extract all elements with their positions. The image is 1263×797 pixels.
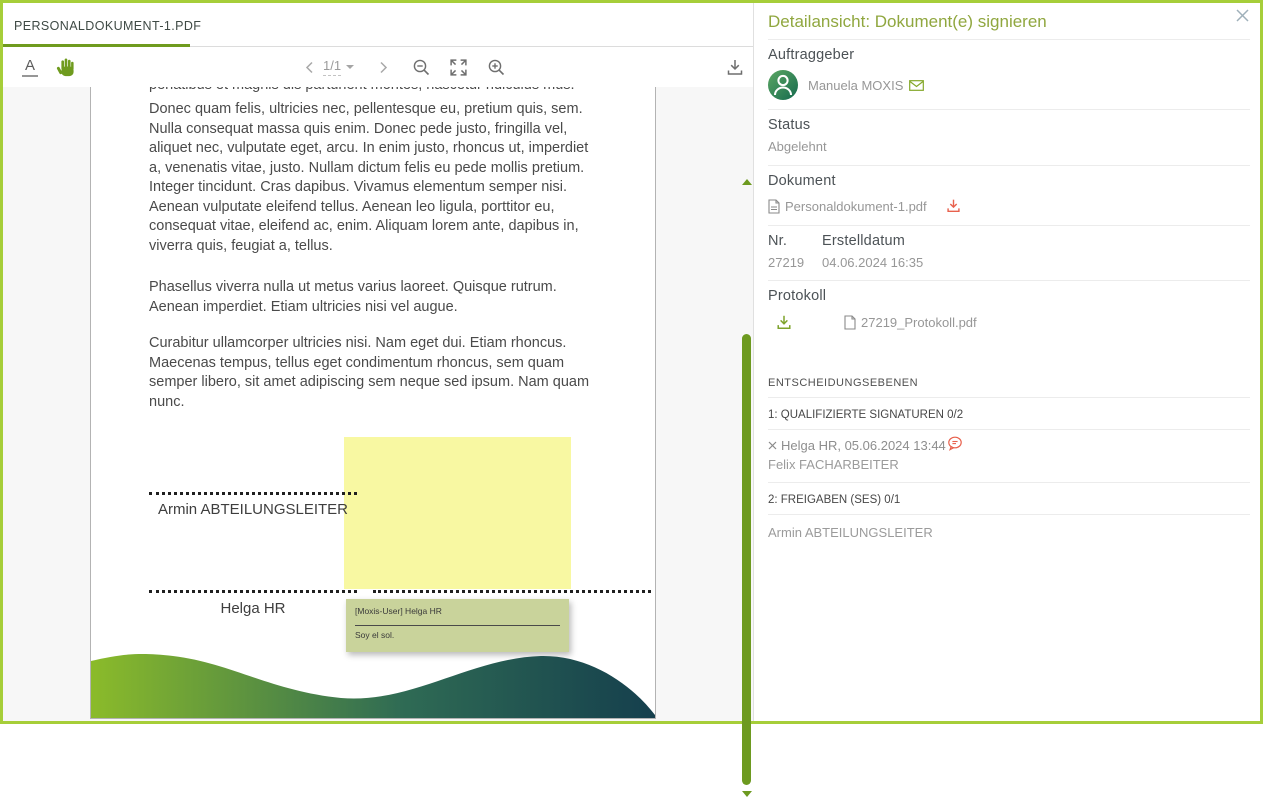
paragraph: Curabitur ullamcorper ultricies nisi. Na…: [149, 334, 604, 412]
pdf-file-icon: [768, 199, 780, 214]
scroll-down-arrow[interactable]: [742, 791, 752, 797]
status-label: Status: [768, 110, 1252, 133]
signer-entry-helga: Helga HR, 05.06.2024 13:44 Felix FACHARB…: [768, 430, 1252, 482]
close-icon: [1235, 8, 1250, 23]
zoom-in-button[interactable]: [484, 48, 508, 86]
dokument-file-link[interactable]: Personaldokument-1.pdf: [785, 199, 927, 214]
note-comment: Soy el sol.: [355, 630, 560, 640]
paragraph: Phasellus viverra nulla ut metus varius …: [149, 278, 604, 317]
note-author: [Moxis-User] Helga HR: [355, 606, 560, 616]
chevron-right-icon: [379, 61, 388, 74]
dokument-label: Dokument: [768, 166, 1252, 189]
pdf-viewer-pane: PERSONALDOKUMENT-1.PDF A: [3, 3, 753, 721]
entscheidungsebenen-label: ENTSCHEIDUNGSEBENEN: [768, 341, 1252, 397]
download-icon: [726, 58, 744, 76]
note-divider: [355, 625, 560, 626]
auftraggeber-label: Auftraggeber: [768, 40, 1252, 63]
signer-armin-text: Armin ABTEILUNGSLEITER: [768, 515, 1252, 552]
zoom-in-icon: [487, 58, 506, 77]
document-body-text: Donec quam felis, ultricies nec, pellent…: [149, 87, 604, 412]
rejected-x-icon: [768, 441, 777, 450]
chevron-down-icon: [346, 65, 354, 69]
status-value: Abgelehnt: [768, 139, 1252, 154]
auftraggeber-row: Manuela MOXIS: [768, 70, 1252, 100]
page-number: 1/1: [323, 58, 341, 76]
protokoll-row: 27219_Protokoll.pdf: [768, 313, 1252, 331]
auftraggeber-name: Manuela MOXIS: [808, 78, 903, 93]
paragraph: Donec quam felis, ultricies nec, pellent…: [149, 100, 604, 256]
erstelldatum-label: Erstelldatum: [822, 226, 905, 249]
scrollbar-thumb[interactable]: [742, 334, 751, 785]
tab-bar-divider: [190, 46, 753, 47]
comment-bubble-button[interactable]: [947, 436, 963, 454]
text-annotation-tool[interactable]: A: [19, 48, 41, 86]
signature-field-highlight[interactable]: [344, 437, 571, 589]
pdf-file-icon: [844, 315, 856, 330]
download-icon-green: [776, 314, 792, 330]
download-document-button[interactable]: [723, 48, 747, 86]
level-2-title: 2: FREIGABEN (SES) 0/1: [768, 483, 1252, 514]
footer-wave-graphic: [91, 642, 655, 718]
pdf-page: penatibus et magnis dis parturient monte…: [90, 87, 656, 719]
dokument-row: Personaldokument-1.pdf: [768, 197, 1252, 215]
protokoll-label: Protokoll: [768, 281, 1252, 304]
zoom-out-button[interactable]: [409, 48, 433, 86]
fullscreen-button[interactable]: [446, 48, 470, 86]
download-icon-red: [946, 198, 961, 213]
nr-label: Nr.: [768, 226, 822, 249]
signature-name-armin: Armin ABTEILUNGSLEITER: [149, 501, 357, 518]
avatar: [768, 70, 798, 100]
level-1-title: 1: QUALIFIZIERTE SIGNATUREN 0/2: [768, 398, 1252, 429]
download-protokoll-button[interactable]: [776, 314, 792, 330]
zoom-out-icon: [412, 58, 431, 77]
mail-icon[interactable]: [909, 80, 924, 91]
tab-personaldokument[interactable]: PERSONALDOKUMENT-1.PDF: [3, 3, 201, 47]
erstelldatum-value: 04.06.2024 16:35: [822, 255, 923, 270]
download-dokument-button[interactable]: [946, 198, 961, 216]
hand-icon: [56, 57, 77, 78]
active-tab-underline: [3, 44, 190, 47]
document-tab-bar: PERSONALDOKUMENT-1.PDF: [3, 3, 753, 47]
nr-value: 27219: [768, 255, 822, 270]
signer-felix-text: Felix FACHARBEITER: [768, 457, 1252, 472]
previous-page-button[interactable]: [301, 48, 317, 86]
signature-dotted-line: [149, 492, 357, 495]
viewer-canvas[interactable]: penatibus et magnis dis parturient monte…: [3, 87, 753, 721]
close-panel-button[interactable]: [1233, 8, 1251, 26]
signature-dotted-line: [373, 590, 651, 593]
viewer-toolbar: A: [3, 48, 753, 88]
signature-name-helga: Helga HR: [149, 600, 357, 617]
signature-dotted-line: [149, 590, 357, 593]
text-annotation-icon: A: [22, 57, 38, 77]
comment-bubble-icon: [947, 436, 963, 451]
hand-pan-tool[interactable]: [53, 48, 79, 86]
scroll-up-arrow[interactable]: [742, 179, 752, 185]
tab-label: PERSONALDOKUMENT-1.PDF: [14, 19, 201, 33]
protokoll-file-link[interactable]: 27219_Protokoll.pdf: [861, 315, 977, 330]
page-indicator[interactable]: 1/1: [323, 48, 354, 86]
signer-helga-text: Helga HR, 05.06.2024 13:44: [781, 438, 946, 453]
chevron-left-icon: [305, 61, 314, 74]
next-page-button[interactable]: [375, 48, 391, 86]
panel-title: Detailansicht: Dokument(e) signieren: [768, 3, 1252, 39]
detail-panel: Detailansicht: Dokument(e) signieren Auf…: [753, 3, 1260, 721]
fullscreen-icon: [449, 58, 468, 77]
app-window: PERSONALDOKUMENT-1.PDF A: [3, 3, 1260, 721]
